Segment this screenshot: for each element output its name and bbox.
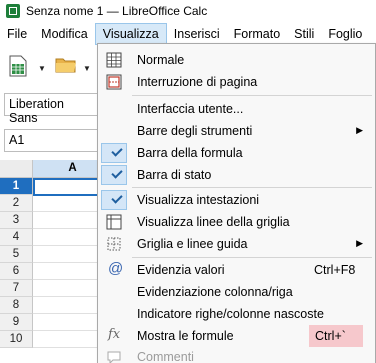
row-header-6[interactable]: 6: [0, 263, 33, 280]
menu-item-normale[interactable]: Normale: [98, 49, 375, 71]
menu-item-griglia-linee-guida[interactable]: Griglia e linee guida ▶: [98, 233, 375, 255]
menu-item-label: Barre degli strumenti: [137, 124, 253, 138]
row-header-4[interactable]: 4: [0, 229, 33, 246]
menu-stili[interactable]: Stili: [287, 23, 321, 45]
menu-item-indicatore-righe-colonne[interactable]: Indicatore righe/colonne nascoste: [98, 303, 375, 325]
menu-item-label: Mostra le formule: [137, 329, 234, 343]
menu-dati[interactable]: D: [369, 23, 376, 45]
menu-item-barra-formula[interactable]: Barra della formula: [98, 142, 375, 164]
menu-item-label: Evidenzia valori: [137, 263, 225, 277]
menu-item-label: Interfaccia utente...: [137, 102, 244, 116]
row-header-9[interactable]: 9: [0, 314, 33, 331]
menu-separator: [132, 95, 372, 96]
row-header-8[interactable]: 8: [0, 297, 33, 314]
row-header-1[interactable]: 1: [0, 178, 33, 195]
menu-item-shortcut: Ctrl+`: [315, 329, 346, 343]
row-header-10[interactable]: 10: [0, 331, 33, 348]
submenu-arrow-icon: ▶: [356, 125, 363, 135]
menu-item-evidenziazione-colonna-riga[interactable]: Evidenziazione colonna/riga: [98, 281, 375, 303]
menu-item-mostra-formule[interactable]: fx Mostra le formule Ctrl+`: [98, 325, 375, 347]
normal-view-icon: [106, 52, 122, 68]
menu-item-interfaccia-utente[interactable]: Interfaccia utente...: [98, 98, 375, 120]
menu-item-barra-stato[interactable]: Barra di stato: [98, 164, 375, 186]
menu-file[interactable]: File: [0, 23, 34, 45]
menu-item-barre-strumenti[interactable]: Barre degli strumenti ▶: [98, 120, 375, 142]
new-dropdown-arrow-icon[interactable]: ▼: [38, 64, 46, 73]
grid-snap-icon: [107, 237, 121, 251]
menu-item-label: Commenti: [137, 350, 194, 363]
row-header-7[interactable]: 7: [0, 280, 33, 297]
menu-item-linee-griglia[interactable]: Visualizza linee della griglia: [98, 211, 375, 233]
menu-item-interruzione-pagina[interactable]: Interruzione di pagina: [98, 71, 375, 93]
checkmark-icon: [101, 190, 127, 210]
menu-item-commenti[interactable]: Commenti: [98, 346, 375, 363]
comments-icon: [107, 351, 121, 363]
menu-inserisci[interactable]: Inserisci: [167, 23, 227, 45]
checkmark-icon: [101, 143, 127, 163]
submenu-arrow-icon: ▶: [356, 238, 363, 248]
menu-separator: [132, 257, 372, 258]
menu-item-label: Evidenziazione colonna/riga: [137, 285, 293, 299]
window-title: Senza nome 1 — LibreOffice Calc: [26, 4, 208, 18]
page-break-icon: [106, 74, 122, 90]
menu-item-evidenzia-valori[interactable]: @ Evidenzia valori Ctrl+F8: [98, 259, 375, 281]
menu-visualizza[interactable]: Visualizza: [94, 23, 167, 45]
menu-modifica[interactable]: Modifica: [34, 23, 95, 45]
menu-item-visualizza-intestazioni[interactable]: Visualizza intestazioni: [98, 189, 375, 211]
standard-toolbar: ▼ ▼: [0, 50, 110, 86]
menu-item-label: Normale: [137, 53, 185, 67]
name-box[interactable]: A1: [4, 129, 98, 152]
menu-item-shortcut: Ctrl+F8: [314, 263, 356, 277]
font-name-field[interactable]: Liberation Sans: [4, 93, 98, 125]
menu-item-label: Barra di stato: [137, 168, 212, 182]
select-all-corner[interactable]: [0, 160, 33, 178]
menu-item-label: Interruzione di pagina: [137, 75, 258, 89]
open-folder-icon[interactable]: [55, 56, 77, 74]
menu-item-label: Visualizza intestazioni: [137, 193, 260, 207]
value-highlight-icon: @: [108, 260, 124, 277]
new-spreadsheet-icon[interactable]: [9, 55, 27, 77]
view-menu-dropdown: Normale Interruzione di pagina Interfacc…: [97, 43, 376, 363]
open-dropdown-arrow-icon[interactable]: ▼: [83, 64, 91, 73]
checkmark-icon: [101, 165, 127, 185]
menu-item-label: Indicatore righe/colonne nascoste: [137, 307, 324, 321]
calc-app-icon: [6, 4, 20, 18]
title-bar: Senza nome 1 — LibreOffice Calc: [0, 0, 376, 22]
menu-item-label: Griglia e linee guida: [137, 237, 248, 251]
grid-lines-icon: [106, 214, 122, 230]
row-header-2[interactable]: 2: [0, 195, 33, 212]
row-header-3[interactable]: 3: [0, 212, 33, 229]
row-header-5[interactable]: 5: [0, 246, 33, 263]
menu-bar: File Modifica Visualizza Inserisci Forma…: [0, 23, 376, 45]
menu-formato[interactable]: Formato: [227, 23, 288, 45]
menu-foglio[interactable]: Foglio: [321, 23, 369, 45]
menu-item-label: Visualizza linee della griglia: [137, 215, 290, 229]
menu-item-label: Barra della formula: [137, 146, 243, 160]
show-formula-icon: fx: [108, 327, 121, 342]
menu-separator: [132, 187, 372, 188]
